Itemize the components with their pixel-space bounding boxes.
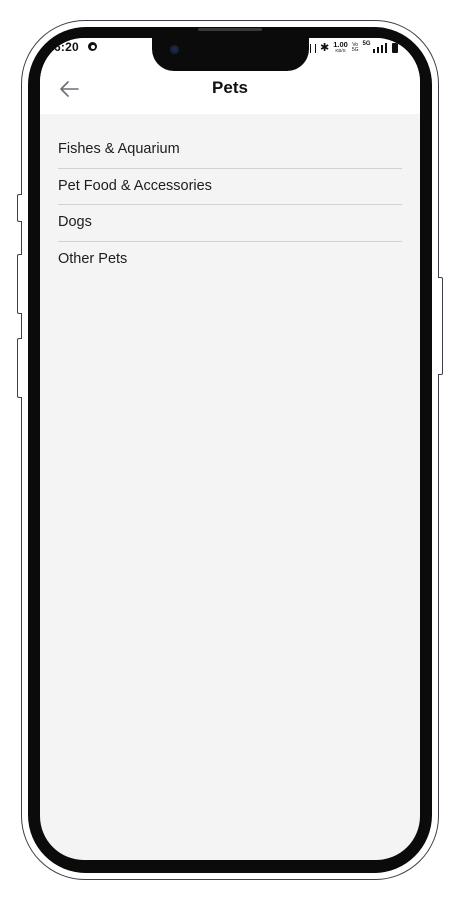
- page-title: Pets: [212, 78, 248, 97]
- camera-notch: [152, 38, 309, 71]
- volte-bottom: 5G: [351, 47, 359, 53]
- category-list: Fishes & Aquarium Pet Food & Accessories…: [58, 132, 402, 278]
- mute-switch: [17, 194, 22, 222]
- network-speed: 1.00 KB/S: [333, 41, 348, 54]
- category-item-other-pets[interactable]: Other Pets: [58, 242, 402, 279]
- screen: 6:20 ✱ 1.00 KB/S Vo 5G 5G Pets Fishes & …: [40, 38, 420, 860]
- category-item-dogs[interactable]: Dogs: [58, 205, 402, 242]
- status-time: 6:20: [54, 40, 79, 54]
- front-camera: [170, 45, 179, 54]
- signal-strength-icon: [372, 43, 387, 53]
- network-type: 5G: [362, 41, 371, 47]
- status-indicators: ✱ 1.00 KB/S Vo 5G 5G: [309, 39, 398, 57]
- vibrate-icon: [309, 43, 316, 53]
- whatsapp-notification-icon: [88, 42, 97, 51]
- battery-icon: [392, 43, 398, 53]
- speaker-grille: [198, 28, 262, 31]
- volume-down-button: [17, 338, 22, 398]
- network-speed-unit: KB/S: [335, 48, 346, 53]
- bluetooth-icon: ✱: [319, 41, 330, 54]
- power-button: [438, 277, 443, 375]
- category-item-pet-food-accessories[interactable]: Pet Food & Accessories: [58, 169, 402, 205]
- category-item-fishes-aquarium[interactable]: Fishes & Aquarium: [58, 132, 402, 169]
- volte-indicator: Vo 5G: [352, 43, 359, 53]
- volume-up-button: [17, 254, 22, 314]
